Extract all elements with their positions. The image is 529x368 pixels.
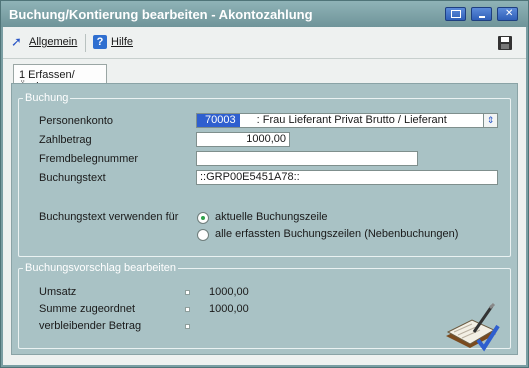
hilfe-label: Hilfe: [111, 36, 134, 48]
allgemein-button[interactable]: ➚ Allgemein: [11, 35, 77, 49]
personenkonto-select[interactable]: 70003 : Frau Lieferant Privat Brutto / L…: [196, 113, 498, 128]
zahlbetrag-input[interactable]: 1000,00: [196, 132, 290, 147]
toolbar-separator: [85, 34, 86, 52]
booking-edit-icon[interactable]: [442, 302, 500, 354]
verbleibend-marker: [185, 324, 190, 329]
buchungstext-input[interactable]: ::GRP00E5451A78::: [196, 170, 498, 185]
allgemein-label: Allgemein: [29, 36, 78, 48]
verwenden-label: Buchungstext verwenden für: [39, 211, 179, 223]
restore-icon: [451, 10, 461, 18]
radio-aktuelle[interactable]: [197, 212, 209, 224]
buchung-legend: Buchung: [23, 92, 71, 104]
summe-marker: [185, 307, 190, 312]
verbleibend-label: verbleibender Betrag: [39, 320, 142, 332]
minimize-icon: [479, 16, 485, 18]
radio-alle[interactable]: [197, 229, 209, 241]
personenkonto-label: Personenkonto: [39, 115, 113, 127]
tab-panel: Buchung Personenkonto 70003 : Frau Liefe…: [11, 83, 518, 355]
title-bar[interactable]: Buchung/Kontierung bearbeiten - Akontoza…: [1, 1, 528, 27]
vorschlag-group: Buchungsvorschlag bearbeiten Umsatz 1000…: [18, 262, 511, 349]
close-icon: ✕: [505, 8, 514, 19]
option-aktuelle-label[interactable]: aktuelle Buchungszeile: [215, 211, 328, 223]
personenkonto-code: 70003: [197, 114, 240, 127]
close-button[interactable]: ✕: [497, 7, 518, 21]
umsatz-value: 1000,00: [209, 286, 249, 298]
buchungstext-label: Buchungstext: [39, 172, 106, 184]
personenkonto-name: : Frau Lieferant Privat Brutto / Liefera…: [256, 114, 447, 126]
window-controls: ✕: [445, 7, 518, 21]
summe-label: Summe zugeordnet: [39, 303, 135, 315]
window-title: Buchung/Kontierung bearbeiten - Akontoza…: [9, 7, 313, 22]
vorschlag-legend: Buchungsvorschlag bearbeiten: [23, 262, 179, 274]
restore-button[interactable]: [445, 7, 466, 21]
toolbar: ➚ Allgemein ? Hilfe: [3, 27, 526, 59]
hilfe-button[interactable]: ? Hilfe: [93, 35, 133, 49]
buchung-group: Buchung Personenkonto 70003 : Frau Liefe…: [18, 92, 511, 257]
fremdbelegnummer-input[interactable]: [196, 151, 418, 166]
help-icon: ?: [93, 35, 107, 49]
fremdbelegnummer-label: Fremdbelegnummer: [39, 153, 139, 165]
dialog-window: Buchung/Kontierung bearbeiten - Akontoza…: [0, 0, 529, 368]
zahlbetrag-label: Zahlbetrag: [39, 134, 92, 146]
umsatz-label: Umsatz: [39, 286, 77, 298]
spinner-icon[interactable]: ⇕: [483, 114, 497, 127]
summe-value: 1000,00: [209, 303, 249, 315]
arrow-icon: ➚: [11, 34, 22, 49]
option-alle-label[interactable]: alle erfassten Buchungszeilen (Nebenbuch…: [215, 228, 458, 240]
umsatz-marker: [185, 290, 190, 295]
minimize-button[interactable]: [471, 7, 492, 21]
save-icon[interactable]: [498, 36, 512, 50]
tab-erfassen[interactable]: 1 Erfassen/Ändern: [13, 64, 107, 93]
dialog-client: ➚ Allgemein ? Hilfe 1 Erfassen/Ändern Bu…: [3, 27, 526, 365]
